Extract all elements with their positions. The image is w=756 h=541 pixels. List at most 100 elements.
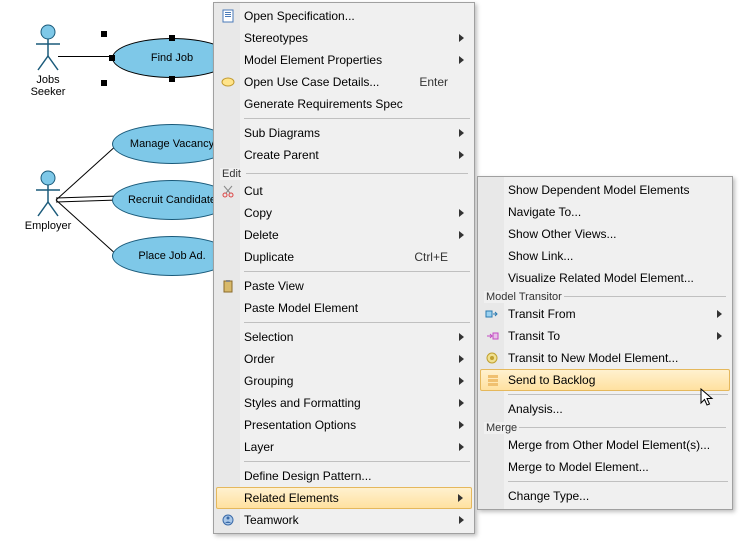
context-menu-related-elements[interactable]: Show Dependent Model Elements Navigate T… <box>477 176 733 510</box>
menu-label: Show Link... <box>508 249 706 263</box>
menu-item-styles-formatting[interactable]: Styles and Formatting <box>216 392 472 414</box>
menu-label: Open Use Case Details... <box>244 75 395 89</box>
selection-handle[interactable] <box>169 35 175 41</box>
menu-label: Merge from Other Model Element(s)... <box>508 438 710 452</box>
menu-separator <box>508 394 728 395</box>
submenu-arrow-icon <box>459 377 464 385</box>
menu-label: Transit To <box>508 329 706 343</box>
menu-item-sub-diagrams[interactable]: Sub Diagrams <box>216 122 472 144</box>
usecase-label: Recruit Candidate <box>128 194 216 206</box>
menu-item-change-type[interactable]: Change Type... <box>480 485 730 507</box>
menu-item-show-link[interactable]: Show Link... <box>480 245 730 267</box>
menu-group-merge: Merge <box>480 420 730 434</box>
menu-label: Selection <box>244 330 448 344</box>
backlog-icon <box>485 372 501 388</box>
menu-item-related-elements[interactable]: Related Elements <box>216 487 472 509</box>
menu-label: Send to Backlog <box>508 373 706 387</box>
menu-item-visualize-related[interactable]: Visualize Related Model Element... <box>480 267 730 289</box>
usecase-label: Find Job <box>151 52 193 64</box>
menu-item-analysis[interactable]: Analysis... <box>480 398 730 420</box>
transit-from-icon <box>484 306 500 322</box>
menu-label: Copy <box>244 206 448 220</box>
actor-label: Jobs Seeker <box>18 74 78 98</box>
menu-label: Delete <box>244 228 448 242</box>
menu-item-cut[interactable]: Cut <box>216 180 472 202</box>
menu-item-open-specification[interactable]: Open Specification... <box>216 5 472 27</box>
menu-item-order[interactable]: Order <box>216 348 472 370</box>
usecase-label: Place Job Ad. <box>138 250 205 262</box>
document-icon <box>220 8 236 24</box>
menu-label: Paste Model Element <box>244 301 448 315</box>
menu-item-model-element-properties[interactable]: Model Element Properties <box>216 49 472 71</box>
actor-stickfigure-icon <box>32 24 64 72</box>
clipboard-icon <box>220 278 236 294</box>
menu-label: Create Parent <box>244 148 448 162</box>
menu-label: Stereotypes <box>244 31 448 45</box>
submenu-arrow-icon <box>717 310 722 318</box>
menu-separator <box>508 481 728 482</box>
selection-handle[interactable] <box>101 80 107 86</box>
menu-item-merge-from-other[interactable]: Merge from Other Model Element(s)... <box>480 434 730 456</box>
menu-item-paste-model-element[interactable]: Paste Model Element <box>216 297 472 319</box>
selection-handle[interactable] <box>101 31 107 37</box>
cursor-icon <box>700 388 714 408</box>
menu-item-open-use-case-details[interactable]: Open Use Case Details... Enter <box>216 71 472 93</box>
menu-label: Generate Requirements Spec <box>244 97 448 111</box>
menu-group-model-transitor: Model Transitor <box>480 289 730 303</box>
menu-item-navigate-to[interactable]: Navigate To... <box>480 201 730 223</box>
menu-label: Styles and Formatting <box>244 396 448 410</box>
menu-item-layer[interactable]: Layer <box>216 436 472 458</box>
diagram-canvas[interactable]: Jobs Seeker Employer Find Job Manage Vac… <box>0 0 756 541</box>
submenu-arrow-icon <box>459 516 464 524</box>
menu-item-transit-new[interactable]: Transit to New Model Element... <box>480 347 730 369</box>
menu-label: Merge to Model Element... <box>508 460 706 474</box>
menu-item-define-design-pattern[interactable]: Define Design Pattern... <box>216 465 472 487</box>
transit-new-icon <box>484 350 500 366</box>
menu-item-selection[interactable]: Selection <box>216 326 472 348</box>
menu-label: Presentation Options <box>244 418 448 432</box>
menu-item-stereotypes[interactable]: Stereotypes <box>216 27 472 49</box>
menu-item-delete[interactable]: Delete <box>216 224 472 246</box>
menu-item-presentation-options[interactable]: Presentation Options <box>216 414 472 436</box>
menu-item-paste-view[interactable]: Paste View <box>216 275 472 297</box>
menu-label: Navigate To... <box>508 205 706 219</box>
menu-shortcut: Ctrl+E <box>414 250 448 264</box>
menu-label: Model Element Properties <box>244 53 448 67</box>
menu-label: Show Dependent Model Elements <box>508 183 706 197</box>
submenu-arrow-icon <box>717 332 722 340</box>
submenu-arrow-icon <box>459 333 464 341</box>
usecase-label: Manage Vacancy <box>130 138 214 150</box>
submenu-arrow-icon <box>459 129 464 137</box>
menu-separator <box>244 271 470 272</box>
menu-label: Change Type... <box>508 489 706 503</box>
menu-label: Grouping <box>244 374 448 388</box>
menu-separator <box>244 461 470 462</box>
menu-item-create-parent[interactable]: Create Parent <box>216 144 472 166</box>
menu-item-grouping[interactable]: Grouping <box>216 370 472 392</box>
menu-item-duplicate[interactable]: Duplicate Ctrl+E <box>216 246 472 268</box>
menu-item-transit-to[interactable]: Transit To <box>480 325 730 347</box>
teamwork-icon <box>220 512 236 528</box>
selection-handle[interactable] <box>109 55 115 61</box>
menu-label: Show Other Views... <box>508 227 706 241</box>
menu-label: Related Elements <box>244 491 448 505</box>
menu-item-generate-requirements-spec[interactable]: Generate Requirements Spec <box>216 93 472 115</box>
menu-shortcut: Enter <box>419 75 448 89</box>
menu-item-transit-from[interactable]: Transit From <box>480 303 730 325</box>
menu-item-show-dependent[interactable]: Show Dependent Model Elements <box>480 179 730 201</box>
selection-handle[interactable] <box>169 76 175 82</box>
context-menu-primary[interactable]: Open Specification... Stereotypes Model … <box>213 2 475 534</box>
menu-item-show-other-views[interactable]: Show Other Views... <box>480 223 730 245</box>
menu-label: Teamwork <box>244 513 448 527</box>
menu-item-merge-to-model[interactable]: Merge to Model Element... <box>480 456 730 478</box>
submenu-arrow-icon <box>459 151 464 159</box>
submenu-arrow-icon <box>459 56 464 64</box>
submenu-arrow-icon <box>459 231 464 239</box>
menu-item-copy[interactable]: Copy <box>216 202 472 224</box>
menu-item-teamwork[interactable]: Teamwork <box>216 509 472 531</box>
menu-group-edit: Edit <box>216 166 472 180</box>
actor-jobs-seeker[interactable]: Jobs Seeker <box>18 24 78 98</box>
menu-item-send-to-backlog[interactable]: Send to Backlog <box>480 369 730 391</box>
menu-label: Cut <box>244 184 448 198</box>
menu-label: Transit to New Model Element... <box>508 351 706 365</box>
